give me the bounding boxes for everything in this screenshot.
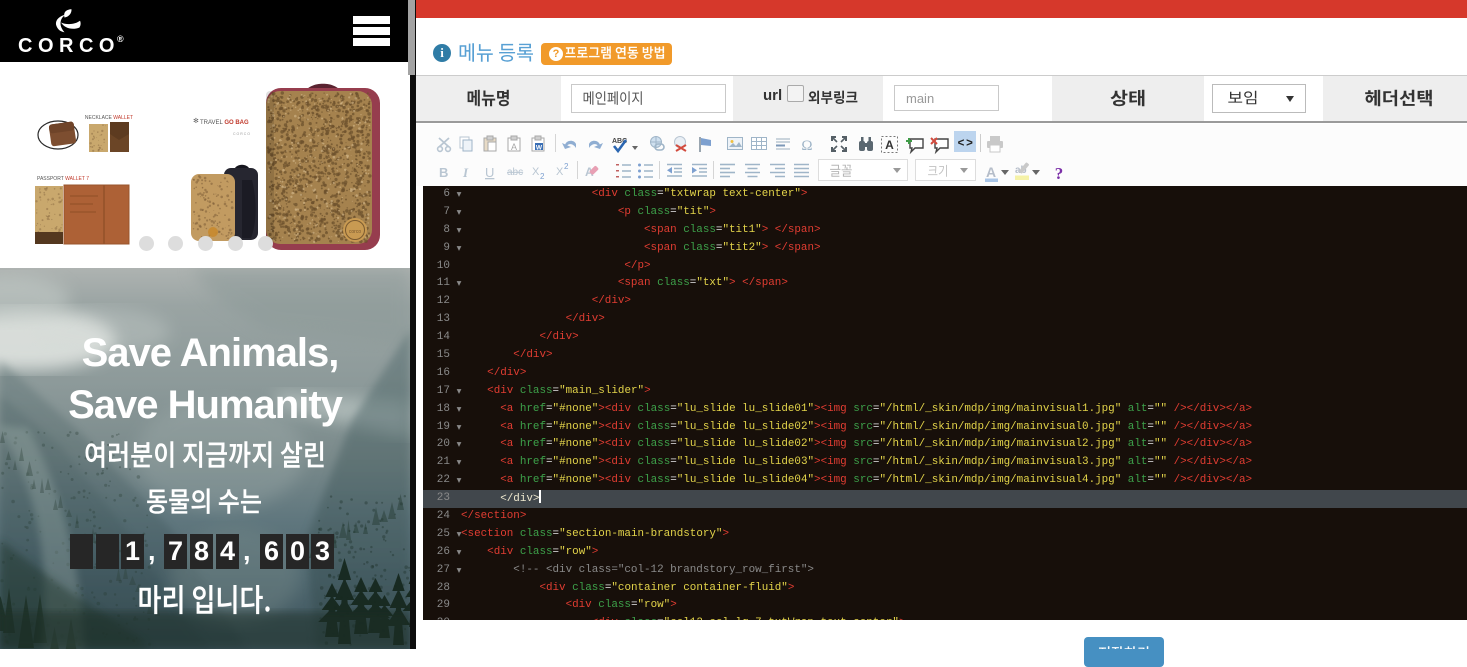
svg-text:C O R C O: C O R C O — [233, 132, 250, 136]
svg-text:B: B — [439, 165, 448, 180]
svg-text:PASSPORT WALLET 7: PASSPORT WALLET 7 — [37, 176, 89, 182]
svg-text:W: W — [536, 145, 543, 152]
svg-text:>: > — [966, 138, 973, 150]
svg-text:A: A — [885, 138, 894, 152]
svg-text:?: ? — [1055, 164, 1064, 183]
svg-text:✻: ✻ — [193, 117, 199, 125]
svg-text:A: A — [986, 164, 996, 180]
svg-text:U: U — [485, 165, 494, 180]
svg-text:X: X — [556, 166, 564, 178]
svg-text:X: X — [532, 166, 540, 178]
svg-text:TRAVEL GO BAG: TRAVEL GO BAG — [200, 120, 249, 126]
svg-text:NECKLACE WALLET: NECKLACE WALLET — [85, 115, 133, 121]
svg-text:abc: abc — [507, 167, 523, 178]
svg-text:2: 2 — [564, 162, 569, 171]
svg-text:I: I — [462, 165, 469, 180]
svg-text:<: < — [958, 138, 965, 150]
svg-text:2: 2 — [540, 172, 545, 181]
svg-text:corco: corco — [349, 229, 361, 235]
svg-text:Ω: Ω — [801, 138, 812, 154]
svg-text:A: A — [511, 142, 517, 152]
